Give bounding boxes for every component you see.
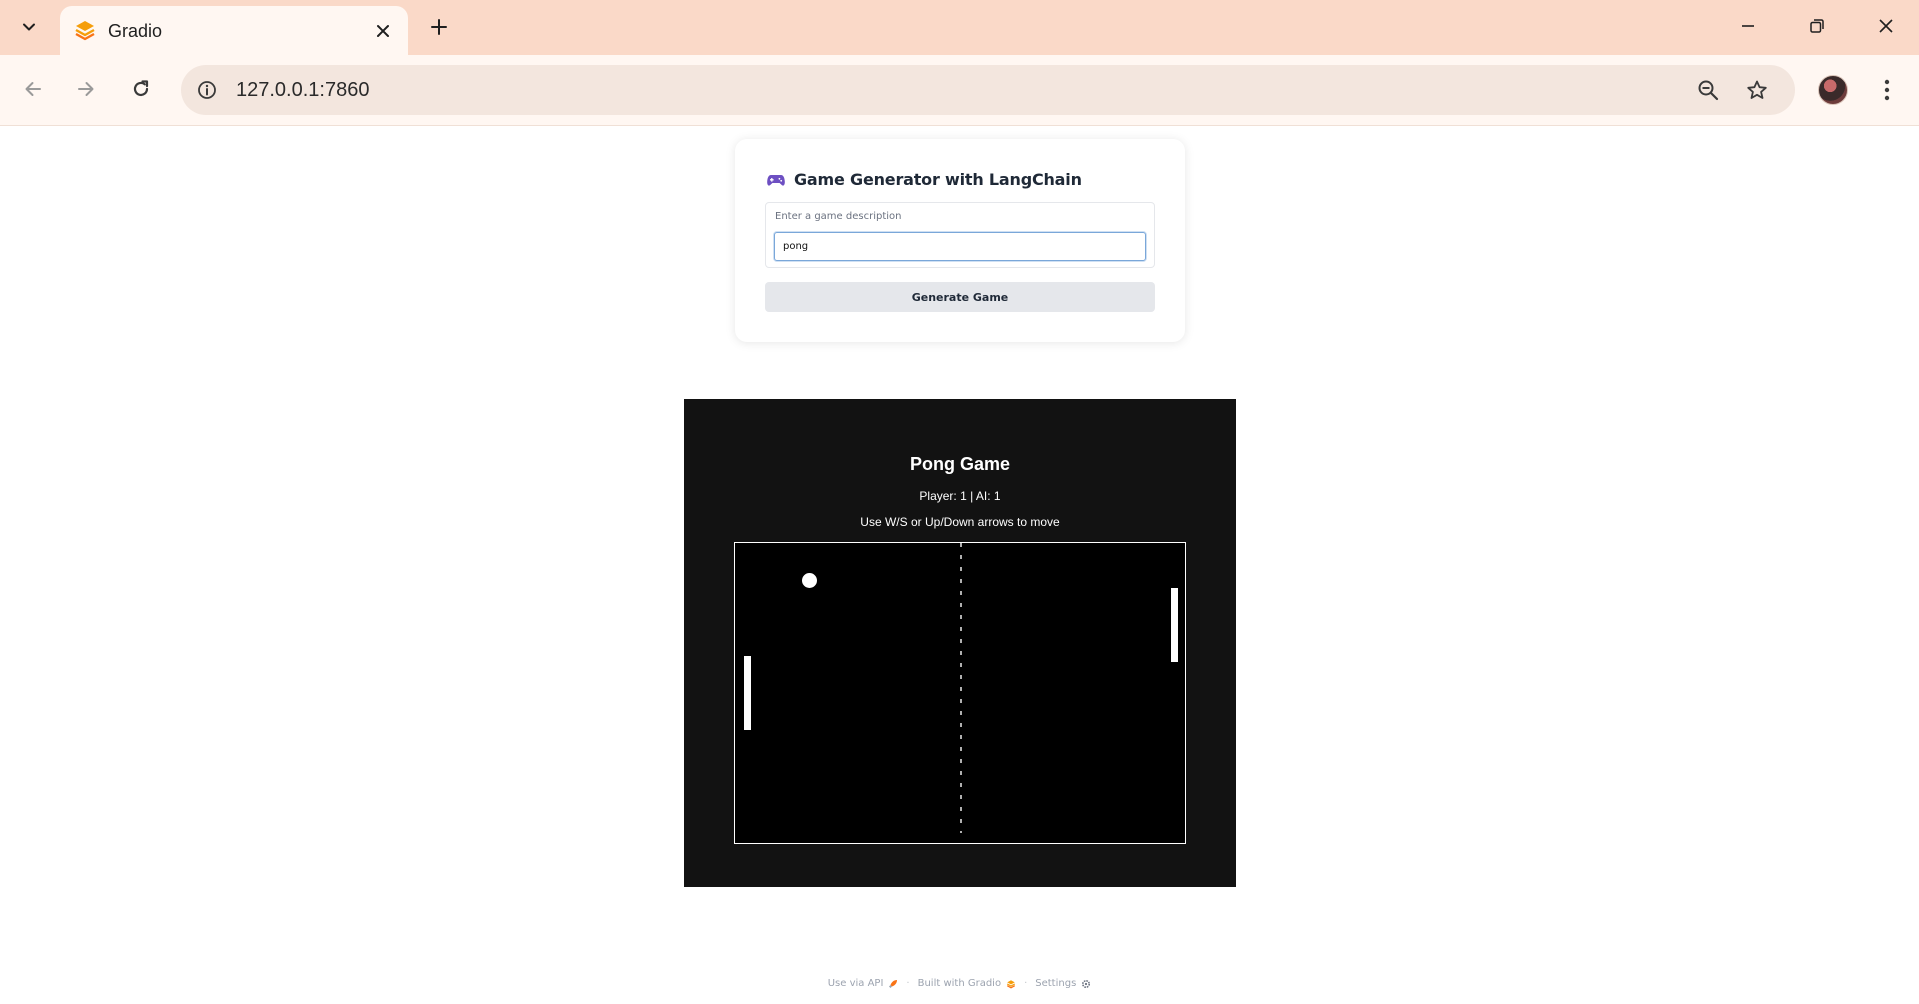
kebab-menu-icon bbox=[1884, 79, 1890, 101]
restore-button[interactable] bbox=[1797, 8, 1837, 44]
site-info-button[interactable] bbox=[191, 74, 223, 106]
browser-tab-strip: Gradio bbox=[0, 0, 1919, 55]
description-textbox-block: Enter a game description bbox=[765, 202, 1155, 268]
game-canvas[interactable] bbox=[734, 542, 1186, 844]
info-icon bbox=[198, 81, 216, 99]
plus-icon bbox=[431, 19, 447, 35]
restore-icon bbox=[1810, 19, 1824, 33]
zoom-out-icon bbox=[1698, 80, 1719, 101]
page-title: Game Generator with LangChain bbox=[794, 170, 1082, 189]
rocket-icon bbox=[889, 979, 898, 988]
gamepad-icon bbox=[767, 174, 785, 186]
generate-game-button[interactable]: Generate Game bbox=[765, 282, 1155, 312]
bookmark-button[interactable] bbox=[1743, 76, 1771, 104]
gradio-logo-icon bbox=[75, 21, 95, 41]
use-via-api-link[interactable]: Use via API bbox=[828, 978, 899, 989]
built-with-gradio-link[interactable]: Built with Gradio bbox=[918, 978, 1016, 989]
gradio-logo-icon bbox=[1007, 979, 1016, 988]
forward-button[interactable] bbox=[68, 71, 104, 107]
description-input[interactable] bbox=[774, 232, 1146, 261]
close-icon bbox=[1879, 19, 1893, 33]
game-output-frame: Pong Game Player: 1 | AI: 1 Use W/S or U… bbox=[684, 399, 1236, 887]
settings-label: Settings bbox=[1035, 978, 1077, 989]
minimize-button[interactable] bbox=[1728, 8, 1768, 44]
star-icon bbox=[1747, 80, 1767, 99]
arrow-left-icon bbox=[25, 82, 41, 96]
tab-search-button[interactable] bbox=[14, 12, 44, 42]
settings-link[interactable]: Settings bbox=[1035, 978, 1091, 989]
gear-icon bbox=[1082, 979, 1091, 988]
gradio-footer: Use via API · Built with Gradio · Settin… bbox=[0, 978, 1919, 989]
browser-menu-button[interactable] bbox=[1870, 73, 1904, 107]
url-text: 127.0.0.1:7860 bbox=[236, 79, 370, 101]
chevron-down-icon bbox=[23, 23, 35, 31]
footer-separator: · bbox=[906, 978, 910, 989]
address-bar[interactable]: 127.0.0.1:7860 bbox=[181, 65, 1795, 115]
game-generator-panel: Game Generator with LangChain Enter a ga… bbox=[735, 139, 1185, 342]
score-display: Player: 1 | AI: 1 bbox=[919, 489, 1001, 503]
player-paddle bbox=[744, 656, 751, 730]
browser-toolbar: 127.0.0.1:7860 bbox=[0, 55, 1919, 126]
minimize-icon bbox=[1742, 25, 1754, 27]
center-net-line bbox=[960, 543, 962, 833]
description-label: Enter a game description bbox=[775, 211, 902, 222]
avatar[interactable] bbox=[1818, 75, 1848, 105]
game-instructions: Use W/S or Up/Down arrows to move bbox=[860, 515, 1060, 529]
reload-button[interactable] bbox=[123, 71, 159, 107]
arrow-right-icon bbox=[78, 82, 94, 96]
zoom-button[interactable] bbox=[1694, 76, 1722, 104]
game-title: Pong Game bbox=[909, 454, 1011, 474]
back-button[interactable] bbox=[15, 71, 51, 107]
built-with-gradio-label: Built with Gradio bbox=[917, 978, 1002, 989]
browser-tab[interactable]: Gradio bbox=[60, 6, 408, 55]
tab-title: Gradio bbox=[108, 21, 163, 41]
close-icon bbox=[377, 25, 389, 37]
ai-paddle bbox=[1171, 588, 1178, 662]
tab-close-button[interactable] bbox=[370, 18, 396, 44]
new-tab-button[interactable] bbox=[424, 12, 454, 42]
app-heading: Game Generator with LangChain bbox=[767, 170, 1082, 189]
footer-separator: · bbox=[1024, 978, 1028, 989]
ball bbox=[802, 573, 817, 588]
close-window-button[interactable] bbox=[1866, 8, 1906, 44]
use-via-api-label: Use via API bbox=[827, 978, 884, 989]
reload-icon bbox=[133, 80, 149, 96]
